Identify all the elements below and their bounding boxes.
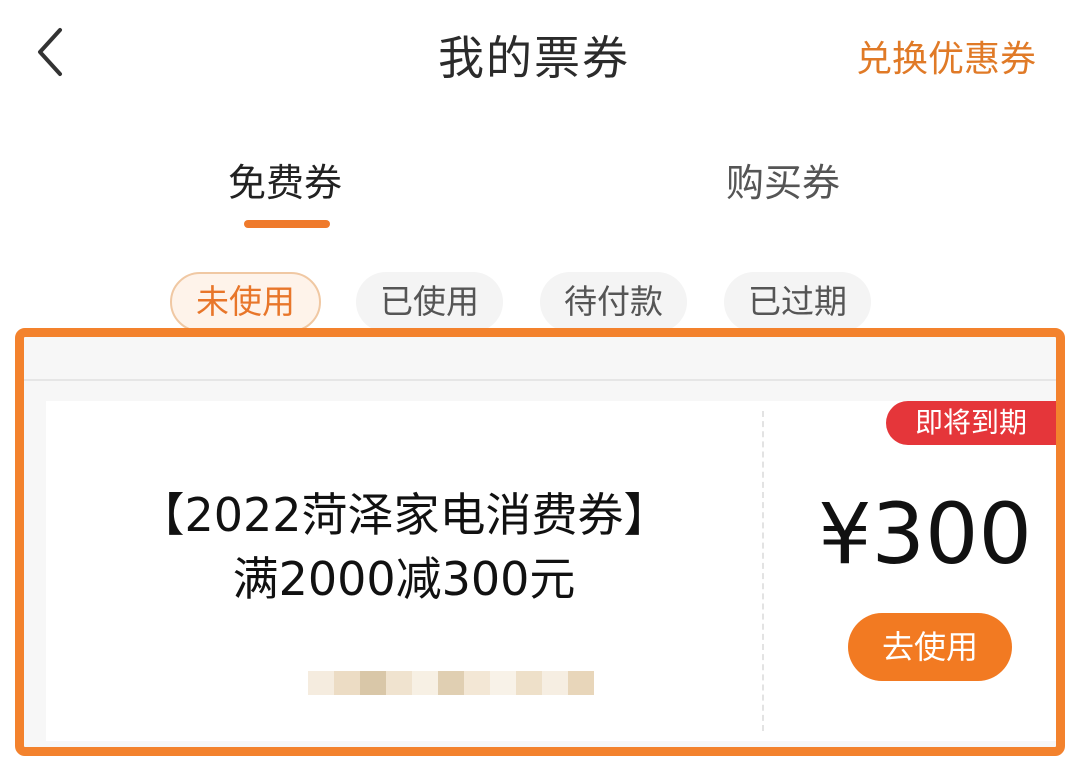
redeem-coupon-link[interactable]: 兑换优惠券 — [856, 30, 1036, 82]
coupon-highlight-frame: 【2022菏泽家电消费券】 满2000减300元 即将到期 ¥300 去使用 — [15, 328, 1065, 756]
filter-used[interactable]: 已使用 — [356, 272, 503, 332]
filter-unused[interactable]: 未使用 — [170, 272, 321, 332]
coupon-info: 【2022菏泽家电消费券】 满2000减300元 — [46, 401, 762, 741]
use-coupon-button[interactable]: 去使用 — [848, 613, 1012, 681]
divider — [24, 379, 1056, 381]
coupon-amount: ¥300 — [818, 485, 1032, 583]
coupon-value-panel: 即将到期 ¥300 去使用 — [764, 401, 1056, 741]
coupon-card[interactable]: 【2022菏泽家电消费券】 满2000减300元 即将到期 ¥300 去使用 — [46, 401, 1056, 741]
active-tab-indicator — [244, 220, 330, 228]
coupon-condition: 满2000减300元 — [232, 552, 576, 606]
blurred-code — [308, 671, 594, 695]
filter-pending-payment[interactable]: 待付款 — [540, 272, 687, 332]
expiring-soon-badge: 即将到期 — [886, 401, 1056, 445]
ticket-tabs: 免费券 购买券 — [0, 140, 1068, 240]
tab-purchased-coupons[interactable]: 购买券 — [726, 152, 840, 207]
header: 我的票券 兑换优惠券 — [0, 0, 1068, 110]
status-filters: 未使用 已使用 待付款 已过期 — [0, 272, 1068, 336]
tab-free-coupons[interactable]: 免费券 — [228, 152, 342, 207]
filter-expired[interactable]: 已过期 — [724, 272, 871, 332]
coupon-title: 【2022菏泽家电消费券】 — [138, 488, 670, 542]
